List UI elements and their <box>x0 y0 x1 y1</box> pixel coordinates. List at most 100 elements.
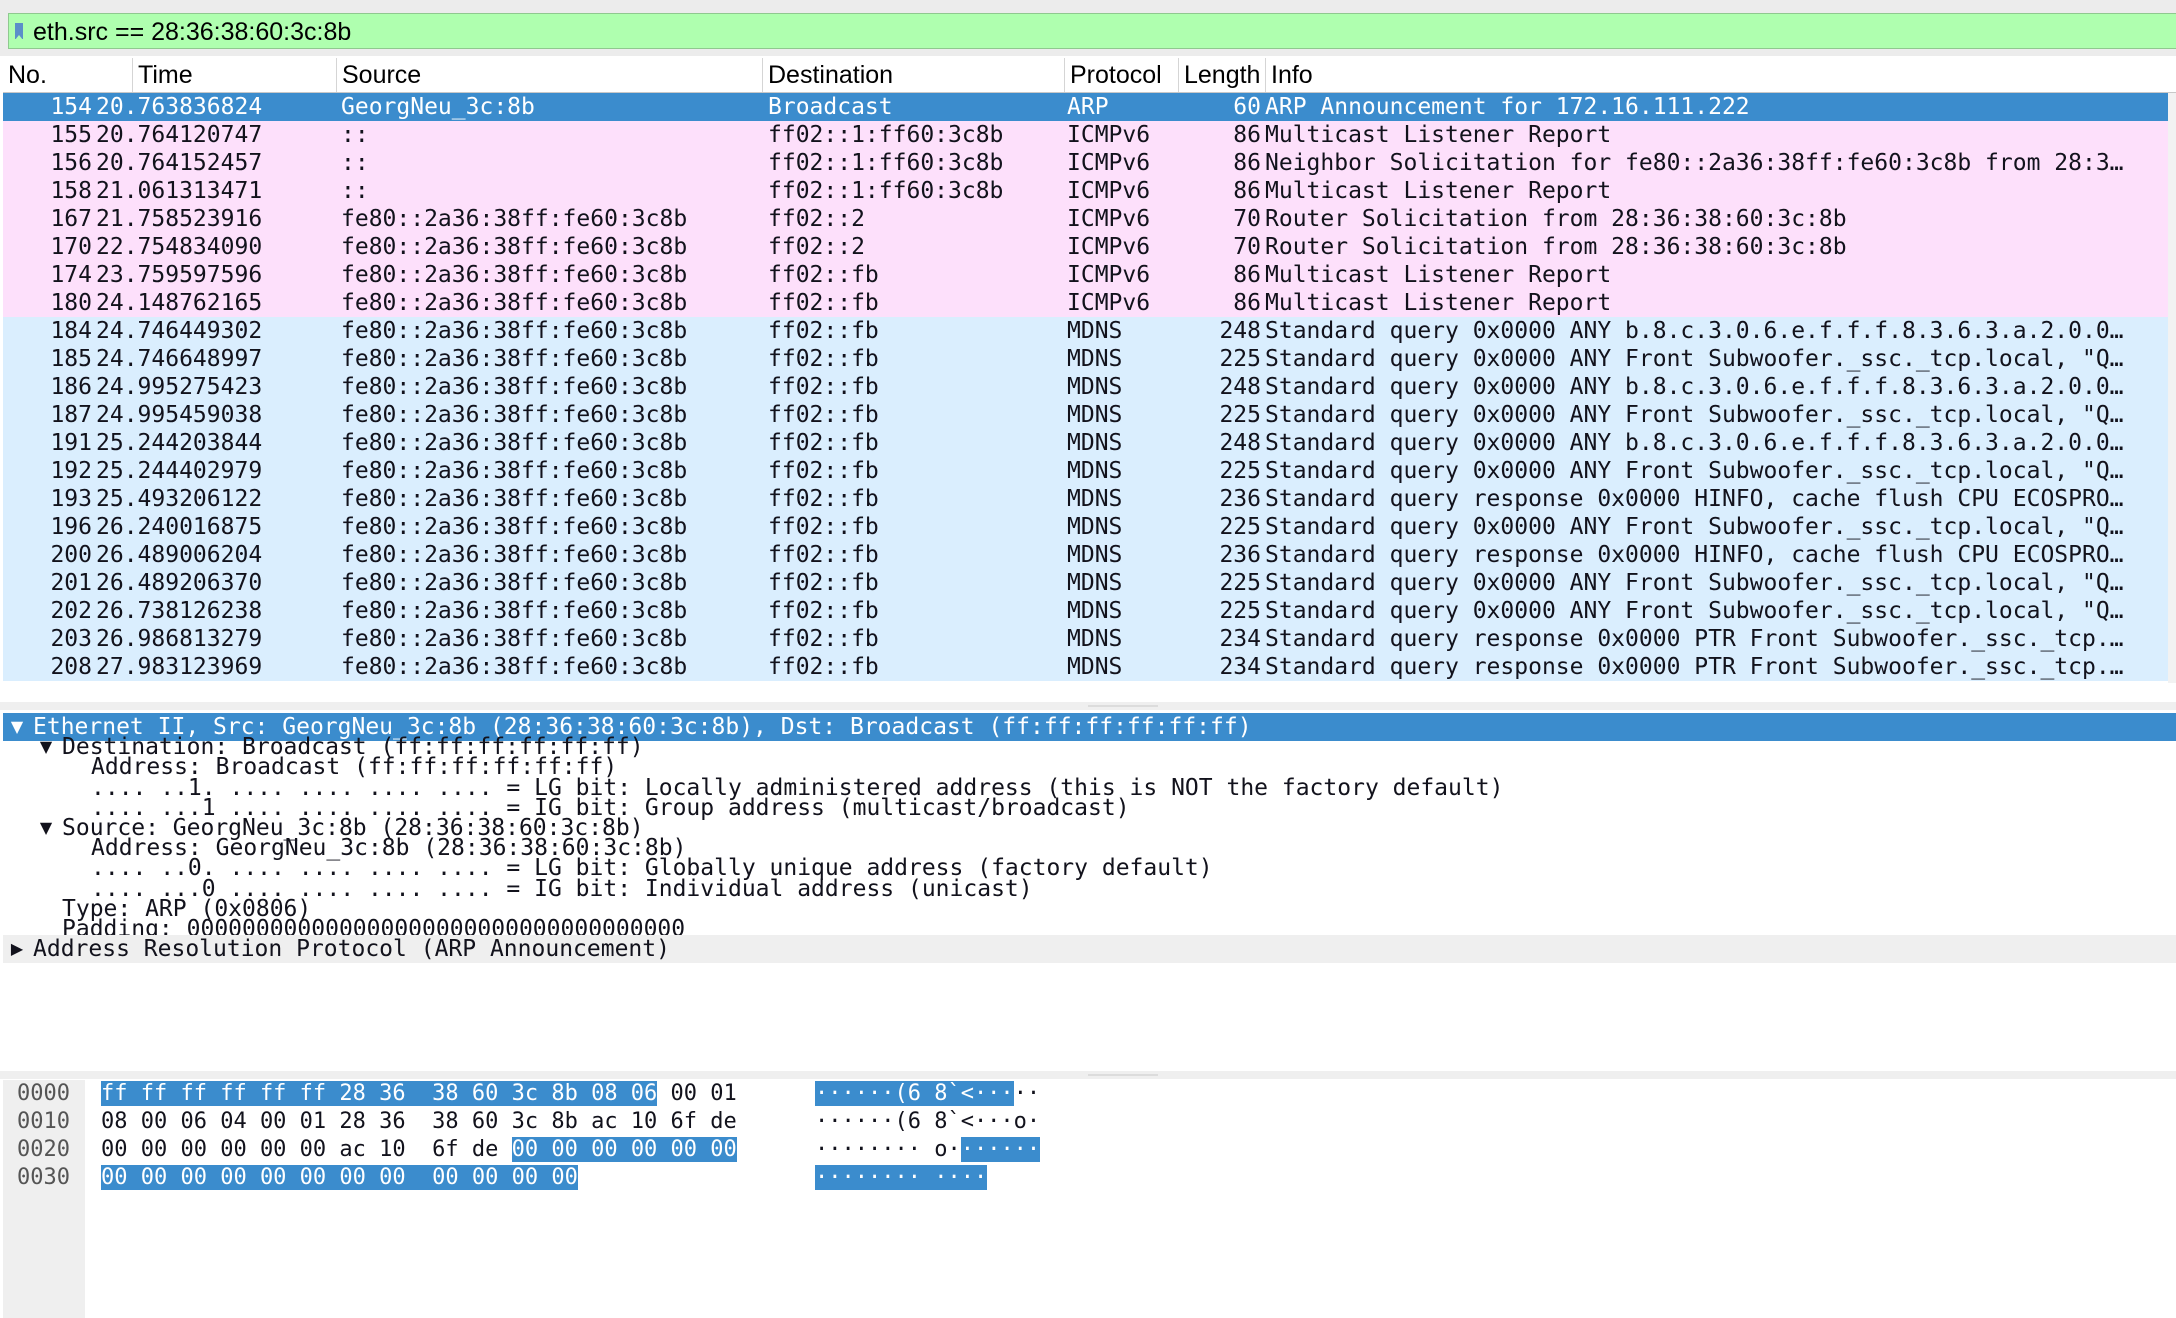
packet-row[interactable]: 184 24.746449302 fe80::2a36:38ff:fe60:3c8b… <box>3 317 2169 345</box>
hex-bytes[interactable]: 08 00 06 04 00 01 28 36 38 60 3c 8b ac 1… <box>101 1108 737 1136</box>
packet-info: Multicast Listener Report <box>1265 122 1612 148</box>
packet-time: 21.061313471 <box>96 178 263 204</box>
packet-protocol: MDNS <box>1067 402 1123 428</box>
packet-source: fe80::2a36:38ff:fe60:3c8b <box>341 430 688 456</box>
packet-no: 155 <box>50 122 92 148</box>
packet-protocol: MDNS <box>1067 570 1123 596</box>
hex-segment[interactable]: 00 01 <box>657 1081 737 1106</box>
packet-protocol: MDNS <box>1067 486 1123 512</box>
packet-row[interactable]: 192 25.244402979 fe80::2a36:38ff:fe60:3c8b… <box>3 457 2169 485</box>
packet-row[interactable]: 155 20.764120747:: ff02::1:ff60:3c8b ICMPv6… <box>3 121 2169 149</box>
packet-row[interactable]: 187 24.995459038 fe80::2a36:38ff:fe60:3c8b… <box>3 401 2169 429</box>
packet-length: 70 <box>1233 234 1261 260</box>
hex-bytes[interactable]: ff ff ff ff ff ff 28 36 38 60 3c 8b 08 0… <box>101 1080 737 1108</box>
ascii-segment[interactable]: ······(6 8`<··· <box>815 1081 1014 1106</box>
hex-segment[interactable]: 00 00 00 00 00 00 00 00 00 00 00 00 <box>101 1165 578 1190</box>
column-header-protocol[interactable]: Protocol <box>1065 58 1179 92</box>
packet-protocol: MDNS <box>1067 598 1123 624</box>
packet-protocol: ICMPv6 <box>1067 206 1151 232</box>
column-header-destination[interactable]: Destination <box>763 58 1065 92</box>
ascii-segment[interactable]: ······(6 8`<···o· <box>815 1109 1040 1134</box>
packet-destination: ff02::fb <box>768 262 879 288</box>
packet-time: 25.244203844 <box>96 430 263 456</box>
bookmark-icon[interactable] <box>15 23 23 40</box>
packet-list[interactable]: No. Time Source Destination Protocol Len… <box>3 58 2176 683</box>
hex-segment[interactable]: 08 00 06 04 00 01 28 36 38 60 3c 8b ac 1… <box>101 1109 737 1134</box>
ascii-bytes[interactable]: ········ ···· <box>815 1164 988 1192</box>
packet-length: 234 <box>1219 654 1261 680</box>
packet-time: 27.983123969 <box>96 654 263 680</box>
packet-time: 26.489206370 <box>96 570 263 596</box>
packet-destination: ff02::fb <box>768 514 879 540</box>
packet-no: 154 <box>50 94 92 120</box>
pane-splitter-bottom[interactable] <box>0 1071 2176 1079</box>
packet-length: 86 <box>1233 290 1261 316</box>
collapse-right-icon[interactable]: ▶ <box>7 935 27 963</box>
ascii-segment[interactable]: ········ o· <box>815 1137 961 1162</box>
display-filter-input[interactable]: eth.src == 28:36:38:60:3c:8b <box>8 13 2176 49</box>
packet-info: Standard query response 0x0000 PTR Front… <box>1265 654 2124 680</box>
ascii-segment[interactable]: ········ ···· <box>815 1165 988 1190</box>
byte-offset: 0010 <box>17 1109 70 1134</box>
packet-time: 20.763836824 <box>96 94 263 120</box>
ascii-segment[interactable]: ······ <box>960 1137 1041 1162</box>
packet-source: fe80::2a36:38ff:fe60:3c8b <box>341 402 688 428</box>
packet-row[interactable]: 191 25.244203844 fe80::2a36:38ff:fe60:3c8b… <box>3 429 2169 457</box>
packet-row[interactable]: 202 26.738126238 fe80::2a36:38ff:fe60:3c8b… <box>3 597 2169 625</box>
column-header-source[interactable]: Source <box>337 58 763 92</box>
packet-time: 23.759597596 <box>96 262 263 288</box>
packet-row[interactable]: 203 26.986813279 fe80::2a36:38ff:fe60:3c8b… <box>3 625 2169 653</box>
packet-length: 225 <box>1219 458 1261 484</box>
packet-protocol: MDNS <box>1067 542 1123 568</box>
packet-length: 234 <box>1219 626 1261 652</box>
packet-row[interactable]: 208 27.983123969 fe80::2a36:38ff:fe60:3c8b… <box>3 653 2169 681</box>
ascii-bytes[interactable]: ······(6 8`<····· <box>815 1080 1040 1108</box>
packet-source: fe80::2a36:38ff:fe60:3c8b <box>341 598 688 624</box>
detail-tree-item[interactable]: ▶ Address Resolution Protocol (ARP Announ… <box>3 935 2176 964</box>
hex-bytes[interactable]: 00 00 00 00 00 00 00 00 00 00 00 00 <box>101 1164 578 1192</box>
hex-bytes[interactable]: 00 00 00 00 00 00 ac 10 6f de 00 00 00 0… <box>101 1136 737 1164</box>
hex-segment[interactable]: ff ff ff ff ff ff 28 36 38 60 3c 8b 08 0… <box>101 1081 658 1106</box>
packet-row[interactable]: 196 26.240016875 fe80::2a36:38ff:fe60:3c8b… <box>3 513 2169 541</box>
packet-row[interactable]: 154 20.763836824 GeorgNeu_3c:8b Broadcast AR… <box>3 93 2169 121</box>
packet-time: 26.240016875 <box>96 514 263 540</box>
packet-details-tree[interactable]: ▼ Ethernet II, Src: GeorgNeu_3c:8b (28:36… <box>3 713 2176 1073</box>
packet-info: Standard query response 0x0000 PTR Front… <box>1265 626 2124 652</box>
packet-row[interactable]: 156 20.764152457:: ff02::1:ff60:3c8b ICMPv6… <box>3 149 2169 177</box>
packet-row[interactable]: 200 26.489006204 fe80::2a36:38ff:fe60:3c8b… <box>3 541 2169 569</box>
packet-row[interactable]: 167 21.758523916 fe80::2a36:38ff:fe60:3c8b… <box>3 205 2169 233</box>
packet-source: fe80::2a36:38ff:fe60:3c8b <box>341 542 688 568</box>
ascii-bytes[interactable]: ······(6 8`<···o· <box>815 1108 1040 1136</box>
packet-row[interactable]: 193 25.493206122 fe80::2a36:38ff:fe60:3c8b… <box>3 485 2169 513</box>
packet-length: 70 <box>1233 206 1261 232</box>
hex-segment[interactable]: 00 00 00 00 00 00 <box>511 1137 737 1162</box>
column-header-length[interactable]: Length <box>1179 58 1266 92</box>
ascii-bytes[interactable]: ········ o······· <box>815 1136 1041 1164</box>
packet-length: 248 <box>1219 430 1261 456</box>
packet-row[interactable]: 185 24.746648997 fe80::2a36:38ff:fe60:3c8b… <box>3 345 2169 373</box>
packet-length: 60 <box>1233 94 1261 120</box>
packet-row[interactable]: 180 24.148762165 fe80::2a36:38ff:fe60:3c8b… <box>3 289 2169 317</box>
column-header-no[interactable]: No. <box>3 58 133 92</box>
packet-time: 25.244402979 <box>96 458 263 484</box>
packet-destination: ff02::1:ff60:3c8b <box>768 122 1004 148</box>
packet-row[interactable]: 174 23.759597596 fe80::2a36:38ff:fe60:3c8b… <box>3 261 2169 289</box>
packet-row[interactable]: 186 24.995275423 fe80::2a36:38ff:fe60:3c8b… <box>3 373 2169 401</box>
packet-time: 26.489006204 <box>96 542 263 568</box>
hex-segment[interactable]: 00 00 00 00 00 00 ac 10 6f de <box>101 1137 512 1162</box>
packet-time: 26.738126238 <box>96 598 263 624</box>
packet-bytes-pane[interactable]: 0000 ff ff ff ff ff ff 28 36 38 60 3c 8b … <box>3 1080 2176 1318</box>
display-filter-text[interactable]: eth.src == 28:36:38:60:3c:8b <box>33 18 351 46</box>
packet-row[interactable]: 201 26.489206370 fe80::2a36:38ff:fe60:3c8b… <box>3 569 2169 597</box>
packet-row[interactable]: 158 21.061313471:: ff02::1:ff60:3c8b ICMPv6… <box>3 177 2169 205</box>
column-header-info[interactable]: Info <box>1266 58 2176 92</box>
column-header-time[interactable]: Time <box>133 58 337 92</box>
pane-splitter-top[interactable] <box>0 702 2176 710</box>
packet-time: 20.764120747 <box>96 122 263 148</box>
ascii-segment[interactable]: ·· <box>1014 1081 1041 1106</box>
packet-info: Multicast Listener Report <box>1265 178 1612 204</box>
packet-row[interactable]: 170 22.754834090 fe80::2a36:38ff:fe60:3c8b… <box>3 233 2169 261</box>
packet-list-scrollbar[interactable] <box>2168 93 2176 683</box>
packet-time: 26.986813279 <box>96 626 263 652</box>
bytes-row: 0030 00 00 00 00 00 00 00 00 00 00 00 00 ·… <box>3 1164 2176 1192</box>
